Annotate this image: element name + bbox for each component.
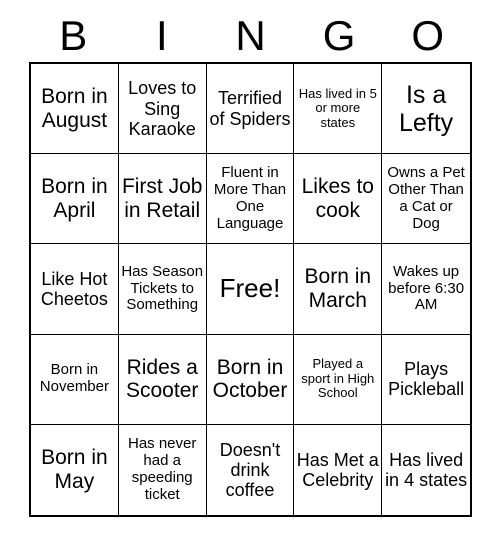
bingo-cell[interactable]: Plays Pickleball — [382, 334, 470, 425]
bingo-header-letter-n: N — [235, 12, 266, 59]
bingo-cell-text: Has lived in 5 or more states — [298, 85, 377, 130]
bingo-cell[interactable]: Born in August — [31, 64, 119, 155]
bingo-cell-text: First Job in Retail — [121, 175, 203, 222]
bingo-cell-text: Rides a Scooter — [126, 355, 199, 403]
bingo-cell[interactable]: Fluent in More Than One Language — [206, 154, 295, 245]
bingo-grid: Born in August Loves to Sing Karaoke Terri… — [29, 62, 472, 517]
bingo-cell[interactable]: Born in April — [31, 154, 119, 245]
bingo-header-letter-g: G — [322, 12, 356, 59]
bingo-cell[interactable]: First Job in Retail — [118, 154, 207, 245]
bingo-cell-text: Plays Pickleball — [388, 359, 465, 400]
bingo-cell[interactable]: Has never had a speeding ticket — [118, 424, 207, 515]
bingo-header-letter-i: I — [156, 12, 168, 59]
bingo-cell-text: Owns a Pet Other Than a Cat or Dog — [387, 164, 465, 232]
bingo-cell-text: Loves to Sing Karaoke — [128, 78, 197, 139]
bingo-cell[interactable]: Born in November — [31, 334, 119, 425]
bingo-cell[interactable]: Rides a Scooter — [118, 334, 207, 425]
bingo-cell-text: Likes to cook — [301, 175, 374, 222]
bingo-cell-text: Born in August — [41, 85, 108, 132]
bingo-cell[interactable]: Has lived in 4 states — [382, 424, 470, 515]
bingo-cell-text: Like Hot Cheetos — [40, 268, 108, 309]
bingo-cell[interactable]: Doesn't drink coffee — [206, 424, 295, 515]
bingo-cell-text: Has Season Tickets to Something — [121, 262, 204, 314]
bingo-cell[interactable]: Born in October — [206, 334, 295, 425]
bingo-header-letter-b: B — [59, 12, 88, 59]
bingo-cell[interactable]: Wakes up before 6:30 AM — [382, 244, 470, 335]
bingo-cell-text: Terrified of Spiders — [209, 88, 291, 129]
bingo-cell[interactable]: Loves to Sing Karaoke — [118, 64, 207, 155]
bingo-header-letter-o: O — [411, 12, 444, 59]
bingo-cell[interactable]: Born in May — [31, 424, 119, 515]
bingo-cell[interactable]: Born in March — [294, 244, 383, 335]
bingo-cell-text: Born in October — [212, 355, 288, 403]
bingo-cell[interactable]: Like Hot Cheetos — [31, 244, 119, 335]
bingo-cell-text: Born in March — [304, 265, 372, 312]
bingo-cell[interactable]: Owns a Pet Other Than a Cat or Dog — [382, 154, 470, 245]
bingo-cell-text: Wakes up before 6:30 AM — [388, 262, 465, 314]
bingo-cell-text: Born in November — [39, 361, 109, 396]
bingo-cell[interactable]: Played a sport in High School — [294, 334, 383, 425]
bingo-header-row: B I N G O — [29, 10, 472, 62]
bingo-cell-text: Is a Lefty — [398, 80, 454, 137]
bingo-cell-text: Has lived in 4 states — [385, 449, 468, 490]
bingo-cell[interactable]: Likes to cook — [294, 154, 383, 245]
bingo-cell[interactable]: Is a Lefty — [382, 64, 470, 155]
bingo-cell-text: Has never had a speeding ticket — [128, 435, 197, 503]
bingo-cell[interactable]: Has Met a Celebrity — [294, 424, 383, 515]
bingo-cell[interactable]: Terrified of Spiders — [206, 64, 295, 155]
free-space-label: Free! — [219, 273, 281, 304]
bingo-cell-free-space[interactable]: Free! — [206, 244, 295, 335]
bingo-card: B I N G O Born in August Loves to Sing Ka… — [0, 0, 500, 544]
bingo-cell-text: Born in April — [41, 175, 108, 222]
bingo-cell-text: Born in May — [41, 446, 108, 493]
bingo-cell-text: Played a sport in High School — [301, 356, 375, 401]
bingo-cell-text: Fluent in More Than One Language — [213, 164, 287, 232]
bingo-cell-text: Has Met a Celebrity — [296, 449, 379, 490]
bingo-cell[interactable]: Has Season Tickets to Something — [118, 244, 207, 335]
bingo-cell[interactable]: Has lived in 5 or more states — [294, 64, 383, 155]
bingo-cell-text: Doesn't drink coffee — [219, 439, 281, 500]
